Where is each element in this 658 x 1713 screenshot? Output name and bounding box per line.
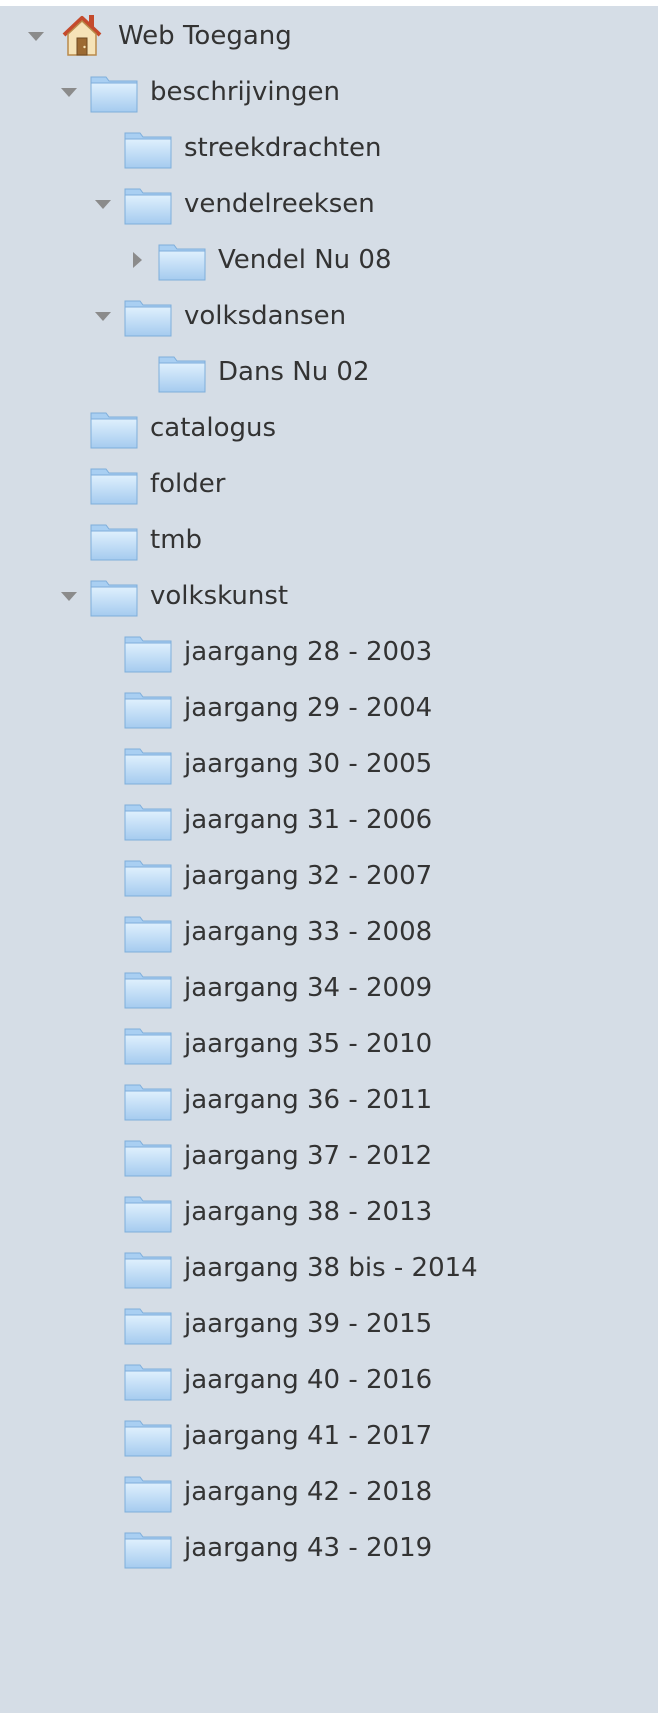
tree-node-label: tmb bbox=[150, 525, 203, 555]
tree-node-jaargang[interactable]: jaargang 43 - 2019 bbox=[0, 1518, 658, 1579]
expand-arrow-icon[interactable] bbox=[91, 304, 115, 328]
tree-node-beschrijvingen[interactable]: beschrijvingen bbox=[0, 62, 658, 123]
folder-icon bbox=[124, 913, 172, 953]
folder-icon bbox=[124, 1137, 172, 1177]
tree-node-jaargang[interactable]: jaargang 39 - 2015 bbox=[0, 1294, 658, 1355]
tree-node-label: jaargang 28 - 2003 bbox=[184, 637, 433, 667]
folder-icon bbox=[124, 633, 172, 673]
tree-node-label: jaargang 42 - 2018 bbox=[184, 1477, 433, 1507]
collapse-arrow-icon[interactable] bbox=[125, 248, 149, 272]
tree-node-jaargang[interactable]: jaargang 28 - 2003 bbox=[0, 622, 658, 683]
tree-node-label: Dans Nu 02 bbox=[218, 357, 370, 387]
tree-node-label: jaargang 43 - 2019 bbox=[184, 1533, 433, 1563]
folder-icon bbox=[124, 857, 172, 897]
folder-icon bbox=[124, 745, 172, 785]
tree-node-volkskunst[interactable]: volkskunst bbox=[0, 566, 658, 627]
tree-node-label: Web Toegang bbox=[118, 21, 292, 51]
tree-node-label: Vendel Nu 08 bbox=[218, 245, 392, 275]
tree-node-jaargang[interactable]: jaargang 29 - 2004 bbox=[0, 678, 658, 739]
folder-icon bbox=[124, 801, 172, 841]
home-icon bbox=[62, 15, 102, 56]
tree-node-label: jaargang 29 - 2004 bbox=[184, 693, 433, 723]
tree-node-catalogus[interactable]: catalogus bbox=[0, 398, 658, 459]
expand-arrow-icon[interactable] bbox=[57, 584, 81, 608]
tree-node-web-toegang[interactable]: Web Toegang bbox=[0, 6, 658, 67]
expand-arrow-icon[interactable] bbox=[24, 24, 48, 48]
tree-node-jaargang[interactable]: jaargang 42 - 2018 bbox=[0, 1462, 658, 1523]
tree-node-label: jaargang 39 - 2015 bbox=[184, 1309, 433, 1339]
folder-icon bbox=[124, 129, 172, 169]
folder-icon bbox=[124, 1025, 172, 1065]
folder-icon bbox=[124, 1473, 172, 1513]
tree-node-tmb[interactable]: tmb bbox=[0, 510, 658, 571]
folder-tree: Web Toegang beschrijvingen streekdrachte… bbox=[0, 6, 658, 1713]
tree-node-jaargang[interactable]: jaargang 32 - 2007 bbox=[0, 846, 658, 907]
tree-node-jaargang[interactable]: jaargang 34 - 2009 bbox=[0, 958, 658, 1019]
tree-node-label: volksdansen bbox=[184, 301, 347, 331]
tree-node-label: jaargang 30 - 2005 bbox=[184, 749, 433, 779]
tree-node-dans-nu-02[interactable]: Dans Nu 02 bbox=[0, 342, 658, 403]
folder-icon bbox=[124, 969, 172, 1009]
tree-node-jaargang[interactable]: jaargang 41 - 2017 bbox=[0, 1406, 658, 1467]
tree-node-label: jaargang 38 bis - 2014 bbox=[184, 1253, 478, 1283]
tree-node-jaargang[interactable]: jaargang 38 bis - 2014 bbox=[0, 1238, 658, 1299]
folder-icon bbox=[158, 353, 206, 393]
folder-icon bbox=[124, 1417, 172, 1457]
folder-icon bbox=[124, 297, 172, 337]
tree-node-label: jaargang 36 - 2011 bbox=[184, 1085, 433, 1115]
tree-node-label: volkskunst bbox=[150, 581, 289, 611]
tree-node-jaargang[interactable]: jaargang 37 - 2012 bbox=[0, 1126, 658, 1187]
tree-node-label: catalogus bbox=[150, 413, 277, 443]
tree-node-folder[interactable]: folder bbox=[0, 454, 658, 515]
tree-node-jaargang[interactable]: jaargang 36 - 2011 bbox=[0, 1070, 658, 1131]
folder-icon bbox=[124, 1193, 172, 1233]
tree-node-jaargang[interactable]: jaargang 31 - 2006 bbox=[0, 790, 658, 851]
folder-icon bbox=[124, 1249, 172, 1289]
folder-icon bbox=[90, 577, 138, 617]
expand-arrow-icon[interactable] bbox=[91, 192, 115, 216]
tree-node-jaargang[interactable]: jaargang 38 - 2013 bbox=[0, 1182, 658, 1243]
tree-node-label: jaargang 41 - 2017 bbox=[184, 1421, 433, 1451]
tree-node-label: jaargang 40 - 2016 bbox=[184, 1365, 433, 1395]
folder-icon bbox=[90, 521, 138, 561]
folder-icon bbox=[124, 1305, 172, 1345]
tree-node-jaargang[interactable]: jaargang 40 - 2016 bbox=[0, 1350, 658, 1411]
tree-node-label: jaargang 34 - 2009 bbox=[184, 973, 433, 1003]
folder-icon bbox=[90, 465, 138, 505]
folder-icon bbox=[90, 73, 138, 113]
folder-icon bbox=[124, 185, 172, 225]
folder-icon bbox=[124, 1361, 172, 1401]
tree-node-label: jaargang 32 - 2007 bbox=[184, 861, 433, 891]
tree-node-label: beschrijvingen bbox=[150, 77, 341, 107]
folder-icon bbox=[124, 1081, 172, 1121]
tree-node-volksdansen[interactable]: volksdansen bbox=[0, 286, 658, 347]
tree-node-label: jaargang 33 - 2008 bbox=[184, 917, 433, 947]
tree-node-label: vendelreeksen bbox=[184, 189, 375, 219]
tree-node-jaargang[interactable]: jaargang 33 - 2008 bbox=[0, 902, 658, 963]
tree-node-label: folder bbox=[150, 469, 226, 499]
tree-node-streekdrachten[interactable]: streekdrachten bbox=[0, 118, 658, 179]
tree-node-vendelreeksen[interactable]: vendelreeksen bbox=[0, 174, 658, 235]
tree-node-label: jaargang 31 - 2006 bbox=[184, 805, 433, 835]
folder-icon bbox=[158, 241, 206, 281]
expand-arrow-icon[interactable] bbox=[57, 80, 81, 104]
folder-icon bbox=[124, 1529, 172, 1569]
tree-node-jaargang[interactable]: jaargang 30 - 2005 bbox=[0, 734, 658, 795]
tree-node-vendel-nu-08[interactable]: Vendel Nu 08 bbox=[0, 230, 658, 291]
tree-node-jaargang[interactable]: jaargang 35 - 2010 bbox=[0, 1014, 658, 1075]
tree-node-label: jaargang 38 - 2013 bbox=[184, 1197, 433, 1227]
folder-icon bbox=[124, 689, 172, 729]
tree-node-label: jaargang 35 - 2010 bbox=[184, 1029, 433, 1059]
tree-node-label: streekdrachten bbox=[184, 133, 382, 163]
tree-node-label: jaargang 37 - 2012 bbox=[184, 1141, 433, 1171]
folder-icon bbox=[90, 409, 138, 449]
